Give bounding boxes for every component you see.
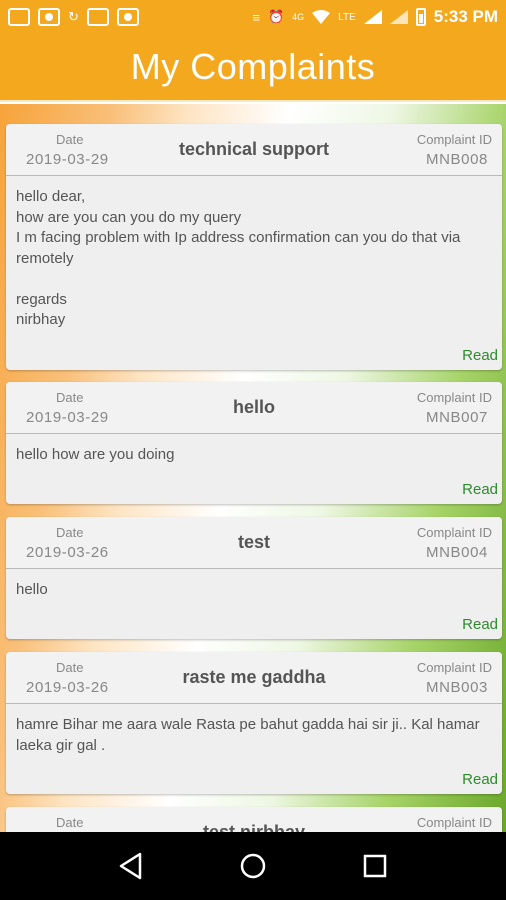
complaint-title: technical support [178, 139, 330, 159]
complaint-id-label: Complaint ID [416, 660, 492, 675]
complaint-card[interactable]: Date 2019-03-29 hello Complaint ID MNB00… [6, 382, 502, 504]
complaint-id: MNB007 [426, 409, 488, 426]
complaint-id: MNB004 [426, 544, 488, 561]
complaint-title: test nirbhay [202, 822, 306, 832]
complaint-id-label: Complaint ID [416, 390, 492, 405]
read-link[interactable]: Read [462, 771, 498, 788]
complaint-title: hello [232, 397, 275, 417]
complaint-id: MNB003 [426, 679, 488, 696]
complaint-date: 2019-03-29 [26, 151, 109, 168]
home-icon[interactable] [233, 846, 273, 886]
complaint-id: MNB008 [426, 151, 488, 168]
complaint-title: test [237, 532, 270, 552]
clock: 5:33 PM [433, 7, 498, 26]
complaint-id-label: Complaint ID [416, 132, 492, 147]
battery-icon [415, 8, 426, 26]
complaint-card[interactable]: Date test nirbhay Complaint ID [6, 807, 502, 832]
system-icons: ≡ ⏰ 4G LTE 5:33 PM [252, 7, 498, 27]
complaint-title: raste me gaddha [182, 667, 326, 687]
recents-icon[interactable] [355, 846, 395, 886]
complaint-card-header: Date 2019-03-29 technical support Compla… [6, 124, 502, 176]
date-label: Date [56, 525, 84, 540]
complaint-card[interactable]: Date 2019-03-26 test Complaint ID MNB004… [6, 517, 502, 639]
vibrate-icon: ≡ [252, 9, 260, 25]
app-bar: My Complaints [0, 34, 506, 102]
complaint-card[interactable]: Date 2019-03-29 technical support Compla… [6, 124, 502, 370]
complaint-message: hello how are you doing [16, 446, 175, 463]
complaint-date: 2019-03-29 [26, 409, 109, 426]
complaint-date: 2019-03-26 [26, 544, 109, 561]
alarm-icon: ⏰ [267, 9, 285, 24]
navigation-bar [0, 832, 506, 900]
message-icon [8, 8, 30, 26]
news-icon [86, 8, 109, 26]
complaint-id-label: Complaint ID [416, 815, 492, 830]
date-label: Date [56, 390, 84, 405]
complaint-card-header: Date 2019-03-26 raste me gaddha Complain… [6, 652, 502, 704]
complaint-message: hello dear, how are you can you do my qu… [16, 188, 461, 328]
complaint-card[interactable]: Date 2019-03-26 raste me gaddha Complain… [6, 652, 502, 794]
status-bar: ↻ ≡ ⏰ 4G LTE 5:33 PM [0, 0, 506, 34]
complaint-message: hello [16, 581, 48, 598]
complaint-card-header: Date test nirbhay Complaint ID [6, 807, 502, 832]
complaint-id-label: Complaint ID [416, 525, 492, 540]
complaint-date: 2019-03-26 [26, 679, 109, 696]
signal-icon [363, 10, 382, 24]
complaint-message: hamre Bihar me aara wale Rasta pe bahut … [16, 716, 480, 754]
complaints-list[interactable]: Date 2019-03-29 technical support Compla… [0, 104, 506, 832]
read-link[interactable]: Read [462, 347, 498, 364]
read-link[interactable]: Read [462, 616, 498, 633]
wifi-call-icon: 4G [292, 12, 305, 22]
camera-icon [116, 8, 139, 26]
network-type: LTE [338, 11, 356, 23]
date-label: Date [56, 132, 84, 147]
sync-icon: ↻ [68, 9, 79, 24]
wifi-icon [312, 10, 331, 24]
date-label: Date [56, 660, 84, 675]
read-link[interactable]: Read [462, 481, 498, 498]
complaint-card-header: Date 2019-03-26 test Complaint ID MNB004 [6, 517, 502, 569]
date-label: Date [56, 815, 84, 830]
back-icon[interactable] [111, 846, 151, 886]
page-title: My Complaints [130, 46, 376, 87]
notification-icons: ↻ [8, 8, 139, 26]
camera-icon [38, 8, 60, 26]
signal-icon [389, 10, 408, 24]
complaint-card-header: Date 2019-03-29 hello Complaint ID MNB00… [6, 382, 502, 434]
